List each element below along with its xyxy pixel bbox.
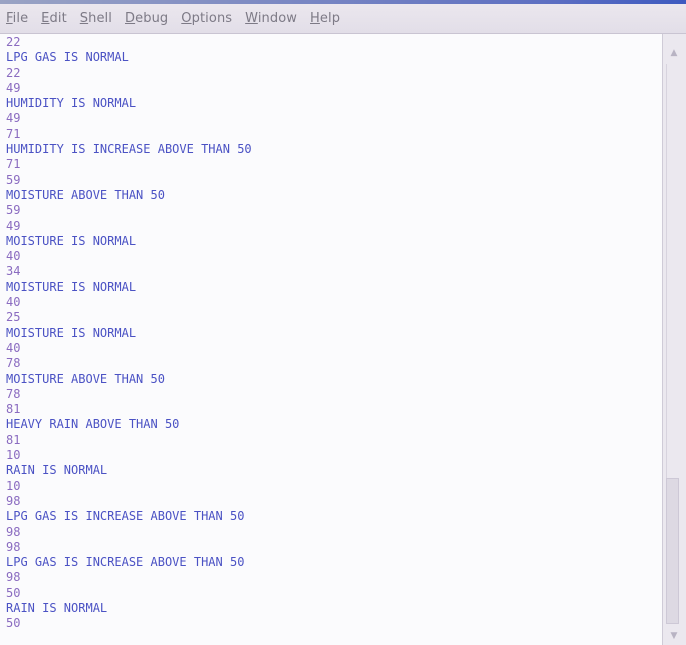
menu-edit[interactable]: Edit bbox=[41, 11, 67, 26]
output-value-line: 22 bbox=[6, 35, 21, 49]
menu-shell-mnemonic: S bbox=[79, 11, 89, 26]
scroll-up-arrow-icon[interactable]: ▲ bbox=[669, 48, 679, 58]
output-value-line: 98 bbox=[6, 539, 21, 554]
menu-options[interactable]: Options bbox=[181, 11, 232, 26]
output-value-line: 50 bbox=[6, 616, 21, 631]
output-value-line: 34 bbox=[6, 264, 21, 279]
output-value-line: 71 bbox=[6, 157, 21, 172]
output-message-line: MOISTURE ABOVE THAN 50 bbox=[6, 187, 165, 202]
output-message-line: RAIN IS NORMAL bbox=[6, 463, 108, 478]
scroll-thumb[interactable] bbox=[666, 478, 679, 624]
menu-help-mnemonic: H bbox=[310, 11, 320, 26]
menu-file[interactable]: File bbox=[6, 11, 28, 26]
output-value-line: 50 bbox=[6, 585, 21, 600]
menu-file-mnemonic: F bbox=[6, 11, 13, 26]
menu-debug[interactable]: Debug bbox=[125, 11, 168, 26]
output-value-line: 40 bbox=[6, 249, 21, 264]
output-value-line: 71 bbox=[6, 126, 21, 141]
output-value-line: 78 bbox=[6, 386, 21, 401]
menu-window-mnemonic: W bbox=[245, 11, 258, 26]
menu-edit-mnemonic: E bbox=[41, 11, 50, 26]
output-value-line: 10 bbox=[6, 478, 21, 493]
menu-file-rest: ile bbox=[12, 11, 29, 26]
output-message-line: MOISTURE IS NORMAL bbox=[6, 325, 137, 340]
idle-shell-window: File Edit Shell Debug Options Window Hel… bbox=[0, 0, 686, 645]
output-message-line: LPG GAS IS INCREASE ABOVE THAN 50 bbox=[6, 509, 245, 524]
output-value-line: 40 bbox=[6, 340, 21, 355]
shell-text-area[interactable]: 22 LPG GAS IS NORMAL 22 49 HUMIDITY IS NORMA… bbox=[0, 34, 663, 645]
menu-window[interactable]: Window bbox=[245, 11, 297, 26]
output-value-line: 81 bbox=[6, 402, 21, 417]
menu-window-rest: indow bbox=[257, 11, 298, 26]
output-message-line: MOISTURE IS NORMAL bbox=[6, 279, 137, 294]
output-value-line: 59 bbox=[6, 203, 21, 218]
output-value-line: 49 bbox=[6, 111, 21, 126]
output-message-line: MOISTURE IS NORMAL bbox=[6, 233, 137, 248]
output-value-line: 49 bbox=[6, 218, 21, 233]
output-value-line: 25 bbox=[6, 310, 21, 325]
output-value-line: 59 bbox=[6, 172, 21, 187]
output-value-line: 98 bbox=[6, 570, 21, 585]
menu-options-rest: ptions bbox=[191, 11, 233, 26]
output-value-line: 49 bbox=[6, 80, 21, 95]
output-value-line: 98 bbox=[6, 524, 21, 539]
shell-output-lines: 22 LPG GAS IS NORMAL 22 49 HUMIDITY IS NORMA… bbox=[0, 34, 662, 632]
menu-options-mnemonic: O bbox=[181, 11, 192, 26]
output-message-line: HUMIDITY IS NORMAL bbox=[6, 96, 137, 111]
menu-help-rest: elp bbox=[319, 11, 341, 26]
menu-debug-mnemonic: D bbox=[125, 11, 136, 26]
output-value-line: 10 bbox=[6, 448, 21, 463]
output-value-line: 22 bbox=[6, 65, 21, 80]
output-message-line: LPG GAS IS INCREASE ABOVE THAN 50 bbox=[6, 555, 245, 570]
output-message-line: HEAVY RAIN ABOVE THAN 50 bbox=[6, 417, 180, 432]
output-message-line: LPG GAS IS NORMAL bbox=[6, 50, 129, 65]
output-message-line: MOISTURE ABOVE THAN 50 bbox=[6, 371, 165, 386]
menu-shell-rest: hell bbox=[88, 11, 112, 26]
menu-shell[interactable]: Shell bbox=[80, 11, 112, 26]
scroll-down-arrow-icon[interactable]: ▼ bbox=[669, 631, 679, 641]
output-value-line: 98 bbox=[6, 493, 21, 508]
output-value-line: 78 bbox=[6, 356, 21, 371]
output-message-line: HUMIDITY IS INCREASE ABOVE THAN 50 bbox=[6, 142, 252, 157]
menu-edit-rest: dit bbox=[49, 11, 67, 26]
output-value-line: 81 bbox=[6, 432, 21, 447]
menu-debug-rest: ebug bbox=[135, 11, 169, 26]
menu-help[interactable]: Help bbox=[310, 11, 340, 26]
output-message-line: RAIN IS NORMAL bbox=[6, 600, 108, 615]
vertical-scrollbar[interactable]: ▲ ▼ bbox=[663, 34, 686, 645]
output-value-line: 40 bbox=[6, 295, 21, 310]
menubar: File Edit Shell Debug Options Window Hel… bbox=[0, 4, 686, 34]
